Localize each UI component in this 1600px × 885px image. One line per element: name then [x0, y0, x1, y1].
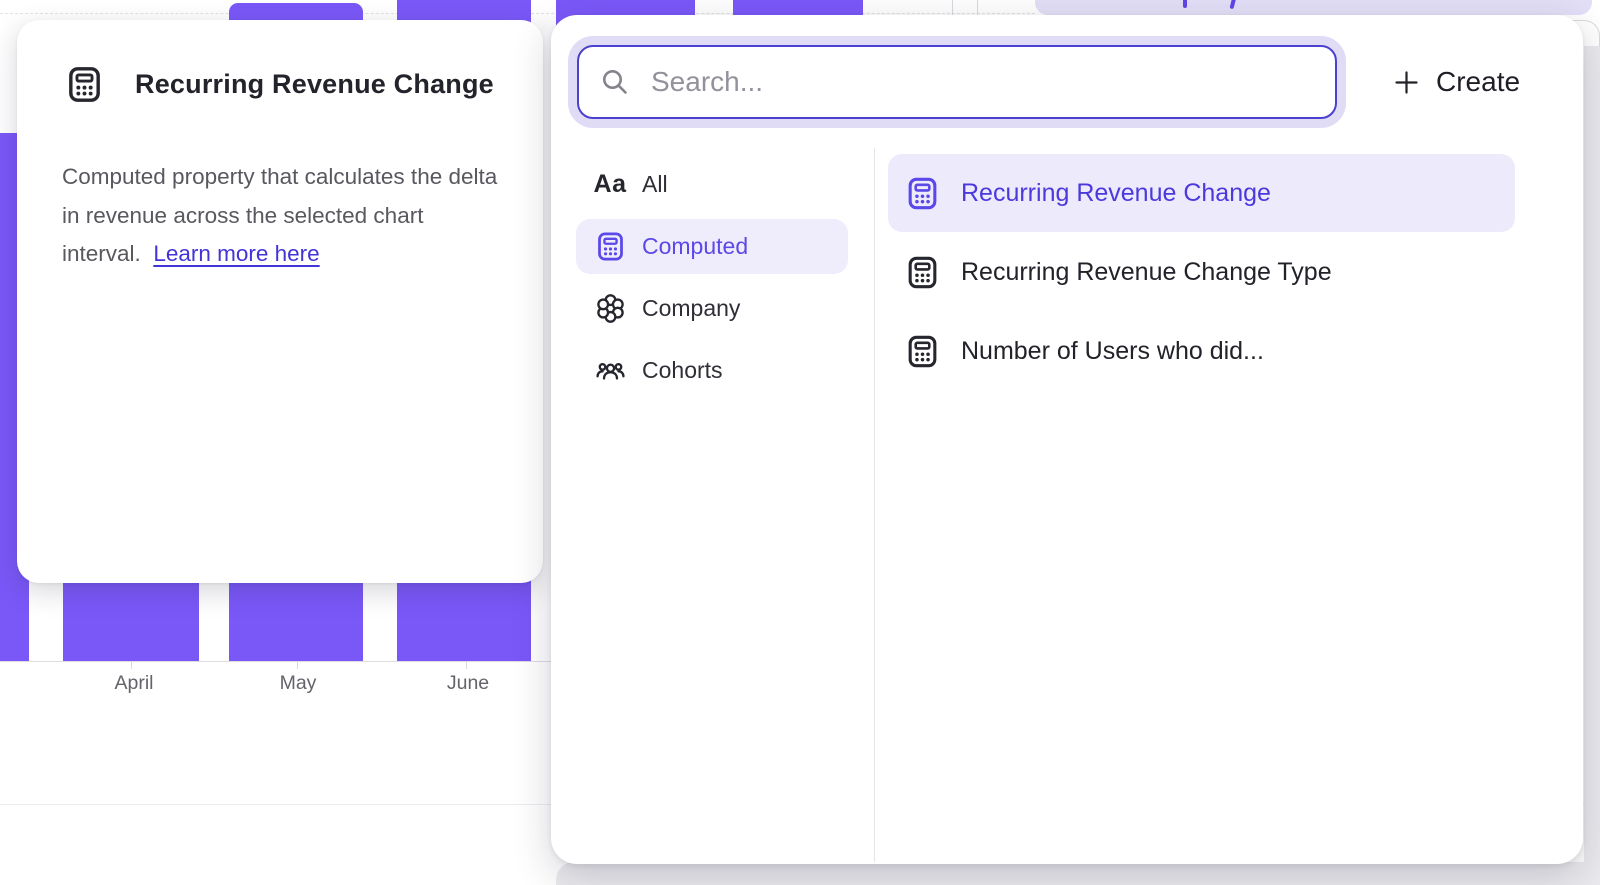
property-pill-clipped	[1035, 0, 1592, 15]
axis-tick	[131, 661, 132, 669]
text-aa-icon: Aa	[593, 168, 627, 202]
axis-label-april: April	[74, 672, 194, 695]
result-label: Number of Users who did...	[961, 337, 1264, 366]
filter-label: All	[642, 171, 668, 198]
filter-item-company[interactable]: Company	[576, 281, 848, 336]
app-screenshot: April May June Recurring Revenue Change	[0, 0, 1600, 885]
filter-item-computed[interactable]: Computed	[576, 219, 848, 274]
background-strip	[556, 862, 1600, 885]
background-strip	[1584, 46, 1600, 885]
tooltip-title: Recurring Revenue Change	[135, 69, 494, 100]
calculator-icon	[904, 333, 941, 370]
panel-edge-line	[977, 0, 978, 15]
axis-tick	[297, 661, 298, 669]
filter-label: Computed	[642, 233, 748, 260]
property-tooltip-card: Recurring Revenue Change Computed proper…	[17, 20, 543, 583]
result-label: Recurring Revenue Change	[961, 179, 1271, 208]
result-item-recurring-revenue-change-type[interactable]: Recurring Revenue Change Type	[888, 233, 1515, 311]
company-cluster-icon	[593, 292, 627, 326]
filter-list: Aa All Computed	[576, 157, 848, 405]
create-button[interactable]: Create	[1393, 55, 1520, 109]
calculator-icon	[593, 230, 627, 264]
filter-label: Company	[642, 295, 740, 322]
property-picker-modal: Create Aa All	[551, 15, 1583, 864]
tooltip-header: Recurring Revenue Change	[64, 64, 494, 105]
clipped-text-fragment	[1183, 0, 1187, 8]
filter-label: Cohorts	[642, 357, 723, 384]
axis-label-may: May	[238, 672, 358, 695]
result-list: Recurring Revenue Change Recurring Reven…	[888, 154, 1515, 391]
panel-edge-line	[952, 0, 953, 15]
result-item-recurring-revenue-change[interactable]: Recurring Revenue Change	[888, 154, 1515, 232]
search-box	[577, 45, 1337, 119]
modal-column-divider	[874, 148, 875, 862]
plus-icon	[1393, 69, 1420, 96]
create-button-label: Create	[1436, 66, 1520, 98]
filter-item-cohorts[interactable]: Cohorts	[576, 343, 848, 398]
calculator-icon	[904, 175, 941, 212]
axis-tick	[466, 661, 467, 669]
calculator-icon	[64, 64, 105, 105]
learn-more-link[interactable]: Learn more here	[153, 241, 319, 266]
result-label: Recurring Revenue Change Type	[961, 258, 1332, 287]
cohorts-people-icon	[593, 354, 627, 388]
search-input[interactable]	[577, 45, 1337, 119]
axis-label-june: June	[408, 672, 528, 695]
calculator-icon	[904, 254, 941, 291]
clipped-text-fragment	[1230, 0, 1238, 9]
result-item-number-of-users[interactable]: Number of Users who did...	[888, 312, 1515, 390]
filter-item-all[interactable]: Aa All	[576, 157, 848, 212]
tooltip-description: Computed property that calculates the de…	[62, 158, 498, 274]
